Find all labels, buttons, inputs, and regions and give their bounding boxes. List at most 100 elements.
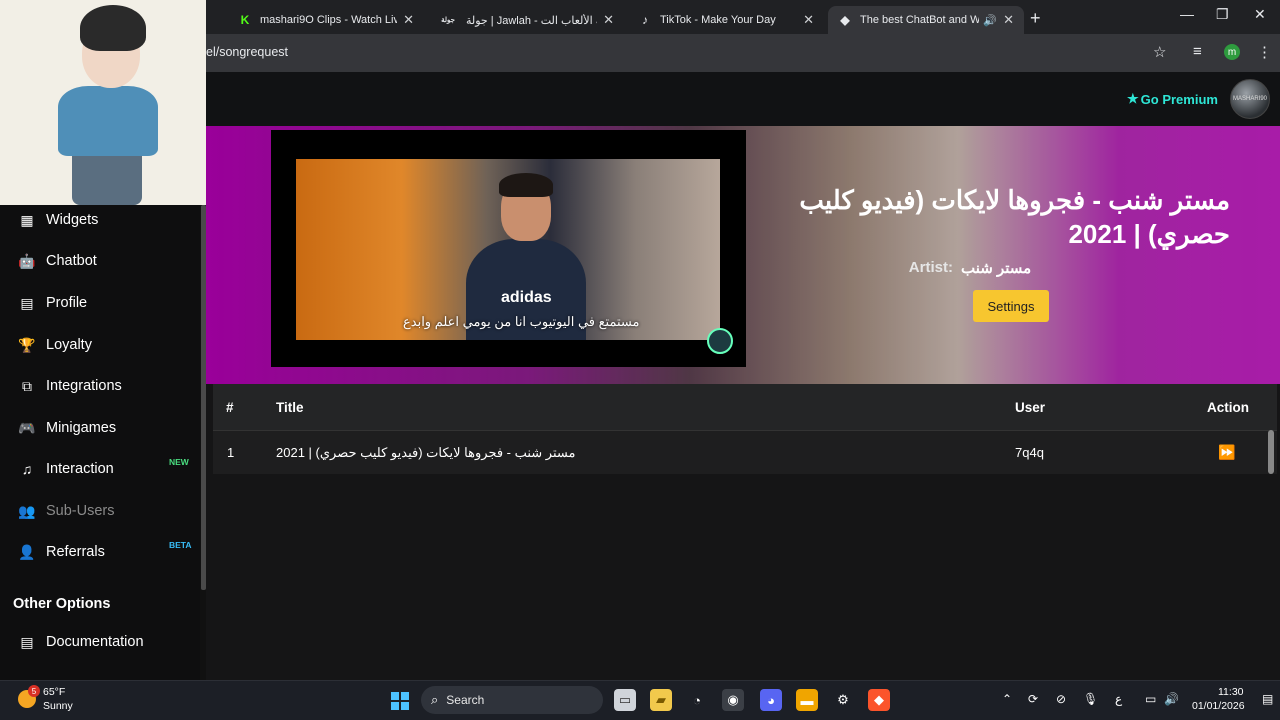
go-premium-label: Go Premium bbox=[1140, 91, 1218, 107]
sidebar-item-label: Profile bbox=[46, 295, 88, 311]
artist-name: مستر شنب bbox=[960, 260, 1032, 277]
robot-icon: 🤖 bbox=[18, 252, 36, 269]
file-explorer-icon[interactable]: ▰ bbox=[650, 689, 672, 711]
new-tab-icon[interactable]: + bbox=[1030, 8, 1041, 29]
channel-logo-icon bbox=[707, 328, 733, 354]
beta-badge: BETA bbox=[169, 540, 192, 550]
users-icon: 👥 bbox=[18, 502, 36, 519]
menu-icon[interactable]: ⋮ bbox=[1257, 43, 1272, 61]
app-icon[interactable]: ▬ bbox=[796, 689, 818, 711]
url-field[interactable]: el/songrequest bbox=[206, 45, 288, 59]
new-badge: NEW bbox=[169, 457, 189, 467]
artist-label: Artist: bbox=[908, 259, 953, 276]
discord-icon[interactable]: ◕ bbox=[760, 689, 782, 711]
browser-tab-tiktok[interactable]: ♪ TikTok - Make Your Day ✕ bbox=[628, 6, 824, 34]
weather-desc[interactable]: Sunny bbox=[43, 700, 73, 712]
clock-app-icon[interactable]: ◔ bbox=[686, 689, 708, 711]
clock-time[interactable]: 11:30 bbox=[1218, 686, 1244, 698]
video-subtitle: مستمتع في اليوتيوب انا من يومي اعلم وابد… bbox=[403, 314, 640, 329]
table-row[interactable]: 1 مستر شنب - فجروها لايكات (فيديو كليب ح… bbox=[213, 430, 1277, 474]
plug-icon: ⧉ bbox=[22, 377, 32, 394]
media-control-icon[interactable]: ≡ bbox=[1193, 43, 1202, 60]
row-user: 7q4q bbox=[1015, 445, 1044, 460]
trophy-icon: 🏆 bbox=[18, 336, 36, 353]
avatar-text: MASHARI90 bbox=[1232, 96, 1267, 102]
taskbar-search[interactable]: ⌕ Search bbox=[421, 686, 603, 714]
tab-title: mashari9O Clips - Watch Live o bbox=[260, 14, 398, 26]
close-icon[interactable]: ✕ bbox=[803, 12, 814, 28]
sidebar-item-widgets[interactable]: ▦ Widgets bbox=[0, 200, 200, 240]
video-brand-text: adidas bbox=[501, 289, 552, 306]
search-label: Search bbox=[446, 693, 485, 707]
network-off-icon[interactable]: ⊘ bbox=[1056, 692, 1066, 706]
table-header: # Title User Action bbox=[213, 384, 1277, 430]
sidebar-item-sub-users[interactable]: 👥 Sub-Users bbox=[0, 491, 200, 531]
sidebar-item-minigames[interactable]: 🎮 Minigames bbox=[0, 408, 200, 448]
close-icon[interactable]: ✕ bbox=[603, 12, 614, 28]
input-language[interactable]: ع bbox=[1115, 692, 1122, 706]
sidebar-item-integrations[interactable]: ⧉ Integrations bbox=[0, 366, 200, 406]
minimize-icon[interactable]: — bbox=[1180, 6, 1194, 22]
song-title: مستر شنب - فجروها لايكات (فيديو كليب حصر… bbox=[799, 185, 1230, 249]
task-view-icon[interactable]: ▭ bbox=[614, 689, 636, 711]
user-avatar[interactable]: MASHARI90 bbox=[1230, 79, 1270, 119]
star-icon: ★ bbox=[1127, 91, 1139, 106]
close-icon[interactable]: ✕ bbox=[1003, 12, 1014, 28]
bookmark-star-icon[interactable]: ☆ bbox=[1153, 43, 1166, 61]
table-scrollbar[interactable] bbox=[1268, 430, 1274, 474]
steelseries-icon[interactable]: ⚙ bbox=[832, 689, 854, 711]
sidebar-item-profile[interactable]: ▤ Profile bbox=[0, 283, 200, 323]
sidebar-item-label: Integrations bbox=[46, 378, 122, 394]
sidebar-item-loyalty[interactable]: 🏆 Loyalty bbox=[0, 325, 200, 365]
microphone-icon[interactable]: 🎙 bbox=[1083, 692, 1098, 706]
sidebar-item-label: Loyalty bbox=[46, 337, 92, 353]
header-title: Title bbox=[276, 399, 304, 415]
sidebar-item-label: Sub-Users bbox=[46, 503, 115, 519]
chrome-icon[interactable]: ◉ bbox=[722, 689, 744, 711]
settings-button[interactable]: Settings bbox=[973, 290, 1049, 322]
weather-temp[interactable]: 65°F bbox=[43, 686, 65, 698]
sidebar-item-interaction[interactable]: ♫ Interaction NEW bbox=[0, 449, 200, 489]
windows-start-icon[interactable] bbox=[391, 692, 409, 710]
screen: K mashari9O Clips - Watch Live o ✕ جولة … bbox=[0, 0, 1280, 720]
maximize-icon[interactable]: ❐ bbox=[1216, 6, 1229, 23]
notifications-icon[interactable]: ▤ bbox=[1262, 692, 1273, 706]
kick-icon: K bbox=[240, 13, 250, 27]
sidebar-item-label: Chatbot bbox=[46, 253, 97, 269]
profile-avatar[interactable]: m bbox=[1224, 44, 1240, 60]
tab-title: جولة | Jawlah - منصة الألعاب الت bbox=[466, 14, 597, 27]
sidebar-item-chatbot[interactable]: 🤖 Chatbot bbox=[0, 241, 200, 281]
brave-icon[interactable]: ◆ bbox=[868, 689, 890, 711]
sidebar-item-documentation[interactable]: ▤ Documentation bbox=[0, 622, 200, 662]
browser-tab-jawlah[interactable]: جولة جولة | Jawlah - منصة الألعاب الت ✕ bbox=[428, 6, 624, 34]
sidebar-item-referrals[interactable]: 👤 Referrals BETA bbox=[0, 532, 200, 572]
music-note-icon: ♫ bbox=[21, 461, 33, 477]
id-card-icon: ▤ bbox=[20, 294, 34, 311]
sidebar-item-label: Widgets bbox=[46, 212, 99, 228]
browser-tab-active[interactable]: ◆ The best ChatBot and Widg 🔊 ✕ bbox=[828, 6, 1024, 34]
sidebar-item-label: Interaction bbox=[46, 461, 114, 477]
sync-icon[interactable]: ⟳ bbox=[1028, 692, 1038, 706]
close-icon[interactable]: ✕ bbox=[403, 12, 414, 28]
clock-date[interactable]: 01/01/2026 bbox=[1192, 700, 1245, 712]
search-icon: ⌕ bbox=[431, 692, 439, 707]
go-premium-button[interactable]: ★ Go Premium bbox=[1127, 91, 1218, 107]
browser-tab-kick[interactable]: K mashari9O Clips - Watch Live o ✕ bbox=[228, 6, 424, 34]
row-title: مستر شنب - فجروها لايكات (فيديو كليب حصر… bbox=[276, 444, 576, 460]
display-icon[interactable]: ▭ bbox=[1145, 692, 1156, 706]
sidebar-scrollbar[interactable] bbox=[201, 205, 206, 590]
grid-icon: ▦ bbox=[20, 211, 34, 228]
volume-icon[interactable]: 🔊 bbox=[1164, 692, 1179, 706]
video-frame: adidas bbox=[296, 159, 720, 340]
tab-title: The best ChatBot and Widg bbox=[860, 14, 980, 26]
weather-badge: 5 bbox=[28, 685, 40, 697]
speaker-icon[interactable]: 🔊 bbox=[983, 14, 997, 27]
document-icon: ▤ bbox=[20, 633, 34, 650]
header-action: Action bbox=[1207, 399, 1249, 415]
window-close-icon[interactable]: ✕ bbox=[1254, 6, 1266, 23]
sidebar-item-label: Minigames bbox=[46, 420, 117, 436]
header-num: # bbox=[226, 399, 234, 415]
fast-forward-icon[interactable]: ⏩ bbox=[1218, 431, 1235, 474]
tray-expand-icon[interactable]: ⌃ bbox=[1002, 692, 1012, 706]
sidebar-item-label: Documentation bbox=[46, 634, 144, 650]
